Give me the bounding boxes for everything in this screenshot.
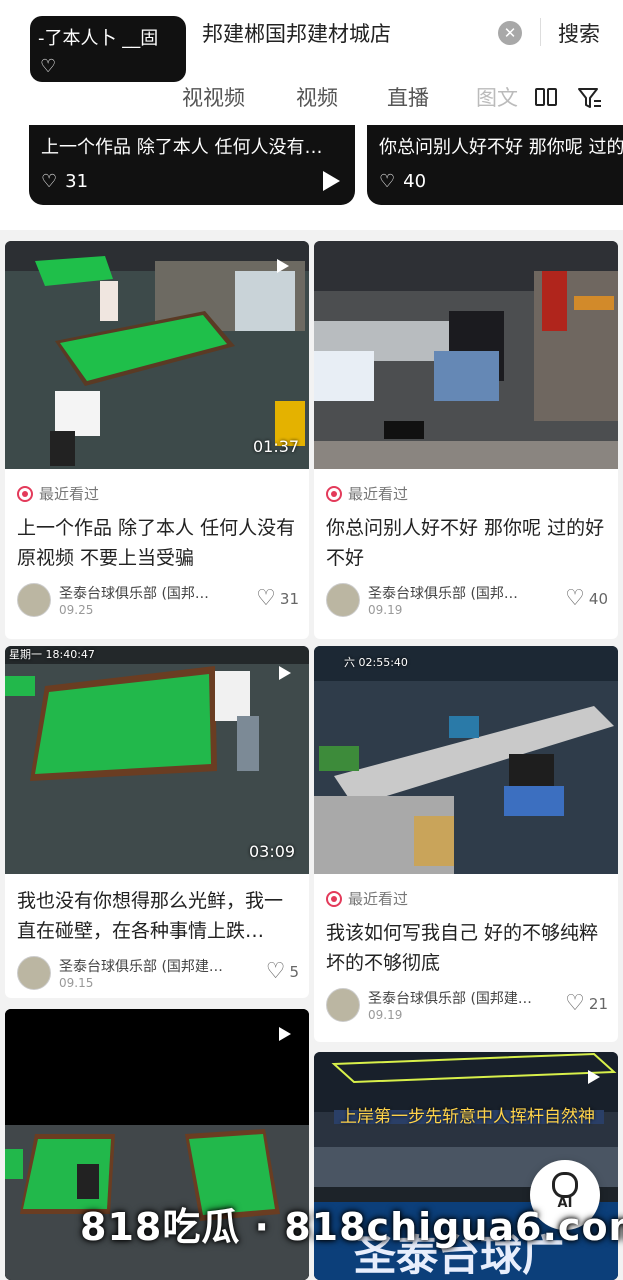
video-card[interactable]: 01:37 最近看过 上一个作品 除了本人 任何人没有原视频 不要上当受骗 圣泰… xyxy=(5,241,309,639)
author-row: 圣泰台球俱乐部 (国邦建… 09.15 ♡ 5 xyxy=(17,956,299,994)
video-caption: 上岸第一步先斩意中人挥杆自然神 xyxy=(340,1107,595,1127)
video-title: 你总问别人好不好 那你呢 过的好不好 xyxy=(326,517,605,569)
search-button[interactable]: 搜索 xyxy=(558,18,600,48)
watermark: 818吃瓜 · 818chigua6.com xyxy=(80,1205,623,1249)
heart-icon: ♡ xyxy=(379,171,396,192)
heart-icon: ♡ xyxy=(40,56,57,77)
author-name[interactable]: 圣泰台球俱乐部 (国邦… xyxy=(59,583,229,603)
mini-player-text: -了本人卜 __固 xyxy=(38,28,159,49)
top-bar: 邦建郴国邦建材城店 ✕ 搜索 -了本人卜 __固 ♡ 视视频 视频 直播 图文 xyxy=(0,0,623,125)
video-duration: 03:09 xyxy=(249,842,296,861)
play-icon xyxy=(279,1027,291,1041)
video-title: 上一个作品 除了本人 任何人没有原视频 不要上当受骗 xyxy=(17,517,296,569)
recently-viewed-badge: 最近看过 xyxy=(326,888,408,909)
play-icon xyxy=(588,1070,600,1084)
video-card[interactable]: 六 02:55:40 最近看过 我该如何写我自己 好的不够纯粹 坏的不够彻底 圣… xyxy=(314,646,618,1042)
recently-viewed-badge: 最近看过 xyxy=(326,483,408,504)
post-date: 09.15 xyxy=(59,976,94,990)
heart-icon: ♡ xyxy=(41,171,58,192)
eye-icon xyxy=(17,485,33,502)
like-count[interactable]: ♡ 5 xyxy=(265,959,299,984)
floating-mini-player[interactable]: -了本人卜 __固 ♡ xyxy=(30,16,186,82)
eye-icon xyxy=(326,485,342,502)
tab-vvideo[interactable]: 视视频 xyxy=(182,82,245,112)
avatar[interactable] xyxy=(17,583,51,617)
prev-card-title: 你总问别人好不好 那你呢 过的 xyxy=(379,137,623,158)
ai-icon xyxy=(552,1172,578,1198)
search-divider xyxy=(540,18,541,46)
previous-row: 上一个作品 除了本人 任何人没有… ♡ 31 你总问别人好不好 那你呢 过的 ♡ 4… xyxy=(0,125,623,230)
video-title: 我也没有你想得那么光鲜，我一直在碰壁，在各种事情上跌… xyxy=(17,890,284,942)
eye-icon xyxy=(326,890,342,907)
avatar[interactable] xyxy=(326,583,360,617)
video-title: 我该如何写我自己 好的不够纯粹 坏的不够彻底 xyxy=(326,922,599,974)
prev-card[interactable]: 你总问别人好不好 那你呢 过的 ♡ 40 xyxy=(367,125,623,205)
camera-timestamp: 六 02:55:40 xyxy=(344,656,408,669)
camera-timestamp: 星期一 18:40:47 xyxy=(9,648,95,661)
heart-icon: ♡ xyxy=(565,586,585,611)
author-name[interactable]: 圣泰台球俱乐部 (国邦… xyxy=(368,583,538,603)
author-name[interactable]: 圣泰台球俱乐部 (国邦建… xyxy=(368,988,538,1008)
video-duration: 01:37 xyxy=(253,437,300,456)
like-count[interactable]: ♡ 40 xyxy=(565,586,608,611)
post-date: 09.19 xyxy=(368,1008,403,1022)
author-name[interactable]: 圣泰台球俱乐部 (国邦建… xyxy=(59,956,229,976)
tab-image-text[interactable]: 图文 xyxy=(476,82,518,112)
post-date: 09.19 xyxy=(368,603,403,617)
tab-video[interactable]: 视频 xyxy=(296,82,338,112)
filter-tabs: 视视频 视频 直播 图文 xyxy=(0,82,623,116)
author-row: 圣泰台球俱乐部 (国邦… 09.19 ♡ 40 xyxy=(326,583,608,621)
video-card[interactable]: 最近看过 你总问别人好不好 那你呢 过的好不好 圣泰台球俱乐部 (国邦… 09.… xyxy=(314,241,618,639)
avatar[interactable] xyxy=(326,988,360,1022)
heart-icon: ♡ xyxy=(565,991,585,1016)
author-row: 圣泰台球俱乐部 (国邦建… 09.19 ♡ 21 xyxy=(326,988,608,1026)
clear-icon[interactable]: ✕ xyxy=(498,21,522,45)
like-count[interactable]: ♡ 21 xyxy=(565,991,608,1016)
search-input[interactable]: 邦建郴国邦建材城店 xyxy=(202,18,391,48)
like-count[interactable]: ♡ 31 xyxy=(256,586,299,611)
tab-live[interactable]: 直播 xyxy=(387,82,429,112)
video-thumbnail: 01:37 xyxy=(5,241,309,469)
prev-card[interactable]: 上一个作品 除了本人 任何人没有… ♡ 31 xyxy=(29,125,355,205)
recently-viewed-badge: 最近看过 xyxy=(17,483,99,504)
video-thumbnail: 星期一 18:40:47 03:09 xyxy=(5,646,309,874)
prev-card-likes: ♡ 31 xyxy=(41,171,89,192)
avatar[interactable] xyxy=(17,956,51,990)
heart-icon: ♡ xyxy=(265,959,286,984)
post-date: 09.25 xyxy=(59,603,94,617)
prev-card-likes: ♡ 40 xyxy=(379,171,427,192)
video-card[interactable]: 星期一 18:40:47 03:09 我也没有你想得那么光鲜，我一直在碰壁，在各… xyxy=(5,646,309,998)
video-thumbnail: 六 02:55:40 xyxy=(314,646,618,874)
video-thumbnail xyxy=(314,241,618,469)
play-icon xyxy=(323,171,340,191)
author-row: 圣泰台球俱乐部 (国邦… 09.25 ♡ 31 xyxy=(17,583,299,621)
play-icon xyxy=(279,666,291,680)
prev-card-title: 上一个作品 除了本人 任何人没有… xyxy=(41,137,323,158)
filter-icon[interactable] xyxy=(577,86,603,114)
layout-toggle-icon[interactable] xyxy=(534,86,558,112)
play-icon xyxy=(277,259,289,273)
heart-icon: ♡ xyxy=(256,586,276,611)
